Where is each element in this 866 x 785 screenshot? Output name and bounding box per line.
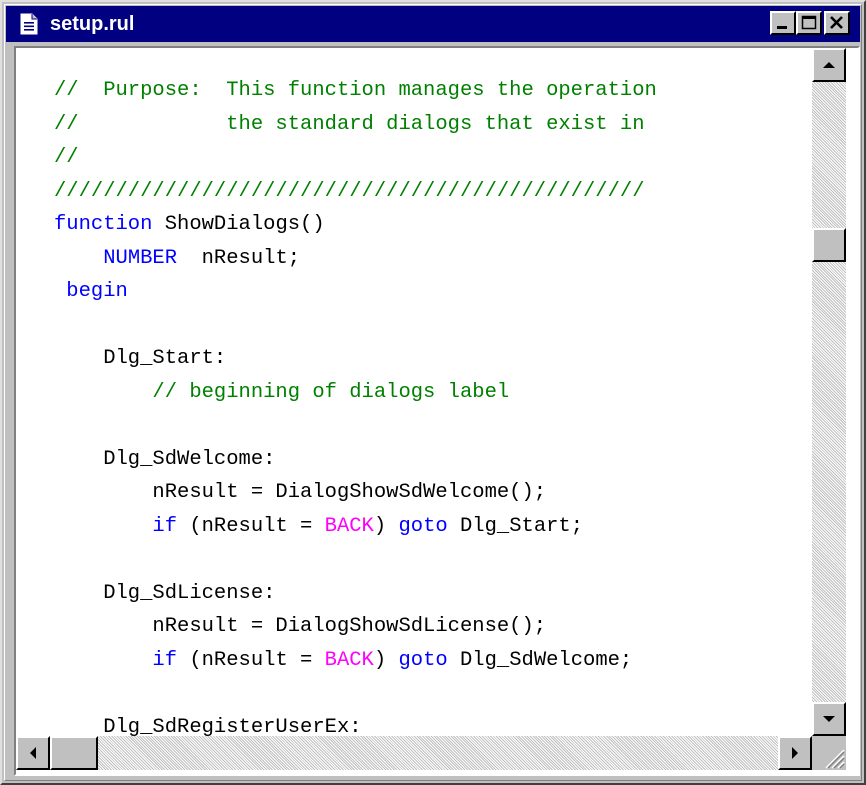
arrow-down-icon bbox=[823, 716, 835, 722]
window-title: setup.rul bbox=[50, 13, 135, 35]
code-token-comment: // bbox=[54, 146, 79, 169]
scroll-right-button[interactable] bbox=[778, 736, 812, 770]
code-token-text: Dlg_SdWelcome; bbox=[447, 648, 633, 672]
code-token-constant: BACK bbox=[324, 648, 374, 672]
code-line: Dlg_SdLicense: bbox=[54, 577, 657, 611]
close-button[interactable] bbox=[824, 11, 850, 35]
arrow-up-icon bbox=[823, 62, 835, 68]
code-token-keyword: function bbox=[54, 213, 153, 236]
code-token-keyword: if bbox=[152, 648, 178, 672]
arrow-right-icon bbox=[792, 747, 798, 759]
title-bar[interactable]: setup.rul bbox=[6, 6, 860, 42]
code-line: function ShowDialogs() bbox=[54, 208, 657, 242]
code-line: Dlg_SdRegisterUserEx: bbox=[54, 711, 657, 737]
code-line: // beginning of dialogs label bbox=[54, 376, 657, 410]
document-icon bbox=[18, 13, 40, 35]
code-token-keyword: NUMBER bbox=[103, 246, 178, 270]
code-token-text: ) bbox=[373, 514, 399, 538]
code-token-text: nResult = DialogShowSdLicense(); bbox=[54, 615, 547, 638]
horizontal-scrollbar[interactable] bbox=[16, 736, 812, 770]
vertical-scroll-thumb[interactable] bbox=[812, 228, 846, 262]
code-line: // the standard dialogs that exist in bbox=[54, 108, 657, 142]
code-token-text: nResult = DialogShowSdWelcome(); bbox=[54, 481, 547, 504]
code-line: nResult = DialogShowSdLicense(); bbox=[54, 610, 657, 644]
maximize-icon bbox=[801, 15, 817, 30]
code-line: Dlg_Start: bbox=[54, 342, 657, 376]
minimize-button[interactable] bbox=[770, 11, 796, 35]
code-token-text: nResult; bbox=[177, 246, 301, 270]
code-line: if (nResult = BACK) goto Dlg_SdWelcome; bbox=[54, 644, 657, 678]
scroll-down-button[interactable] bbox=[812, 702, 846, 736]
code-token-keyword: goto bbox=[398, 514, 448, 538]
scroll-up-button[interactable] bbox=[812, 48, 846, 82]
code-editor[interactable]: // Purpose: This function manages the op… bbox=[16, 48, 812, 736]
code-line: if (nResult = BACK) goto Dlg_Start; bbox=[54, 510, 657, 544]
maximize-button[interactable] bbox=[796, 11, 822, 35]
close-icon bbox=[830, 16, 843, 29]
editor-client-area: // Purpose: This function manages the op… bbox=[14, 46, 860, 776]
arrow-left-icon bbox=[30, 747, 36, 759]
code-line: Dlg_SdWelcome: bbox=[54, 443, 657, 477]
code-token-comment: // the standard dialogs that exist in bbox=[54, 112, 645, 136]
vertical-scrollbar[interactable] bbox=[812, 48, 846, 736]
code-token-text: ShowDialogs() bbox=[152, 213, 325, 236]
code-token-text: (nResult = bbox=[177, 514, 325, 538]
code-text: // Purpose: This function manages the op… bbox=[54, 74, 657, 736]
code-line: ////////////////////////////////////////… bbox=[54, 175, 657, 209]
code-line: begin bbox=[54, 275, 657, 309]
code-line: NUMBER nResult; bbox=[54, 242, 657, 276]
minimize-icon bbox=[777, 26, 787, 29]
code-line: // Purpose: This function manages the op… bbox=[54, 74, 657, 108]
editor-window: setup.rul // Purpose: This function mana… bbox=[0, 0, 866, 785]
code-token-comment: // Purpose: This function manages the op… bbox=[54, 79, 657, 102]
code-token-comment: ////////////////////////////////////////… bbox=[54, 179, 645, 203]
code-token-text: Dlg_SdWelcome: bbox=[54, 447, 276, 471]
code-token-keyword: begin bbox=[54, 280, 128, 303]
code-token-comment: // beginning of dialogs label bbox=[54, 380, 510, 404]
code-token-keyword: if bbox=[152, 514, 178, 538]
code-token-text: Dlg_SdRegisterUserEx: bbox=[54, 715, 362, 737]
code-token-text: Dlg_Start: bbox=[54, 347, 227, 370]
code-token-text: Dlg_Start; bbox=[447, 514, 584, 538]
code-line: // bbox=[54, 141, 657, 175]
size-grip[interactable] bbox=[812, 736, 846, 770]
size-grip-icon bbox=[825, 749, 845, 769]
scroll-left-button[interactable] bbox=[16, 736, 50, 770]
code-token-constant: BACK bbox=[324, 514, 374, 538]
code-token-keyword: goto bbox=[398, 648, 448, 672]
code-line: nResult = DialogShowSdWelcome(); bbox=[54, 476, 657, 510]
code-token-text: Dlg_SdLicense: bbox=[54, 581, 276, 605]
horizontal-scroll-thumb[interactable] bbox=[50, 736, 98, 770]
code-token-text: ) bbox=[373, 648, 399, 672]
code-token-text: (nResult = bbox=[177, 648, 325, 672]
